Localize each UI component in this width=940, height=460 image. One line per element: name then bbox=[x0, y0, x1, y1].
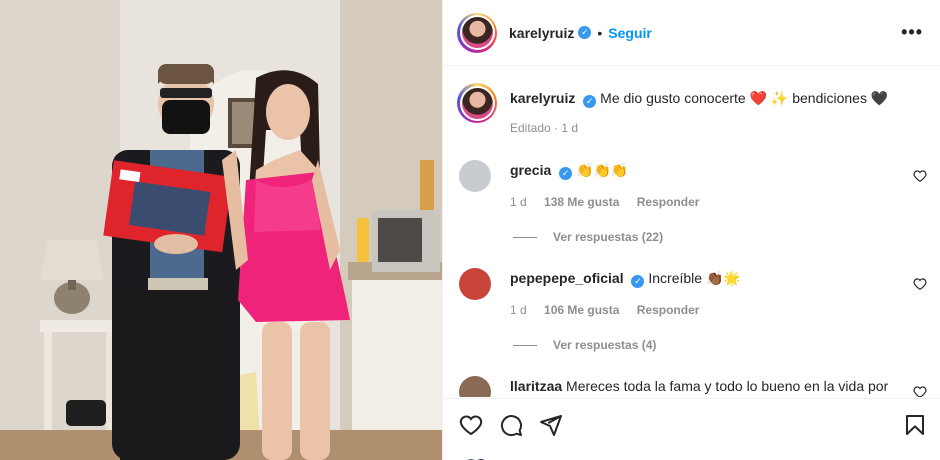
follow-button[interactable]: Seguir bbox=[608, 25, 652, 41]
comment-username[interactable]: grecia bbox=[510, 162, 551, 178]
comment-meta: 1 d 138 Me gusta Responder bbox=[510, 195, 713, 209]
comment-username[interactable]: pepepepe_oficial bbox=[510, 270, 624, 286]
verified-icon: ✓ bbox=[578, 26, 592, 39]
bookmark-icon[interactable] bbox=[903, 413, 927, 437]
post-header: karelyruiz ✓ • Seguir ••• bbox=[443, 0, 940, 66]
post-image[interactable] bbox=[0, 0, 442, 460]
caption-author-avatar[interactable] bbox=[457, 83, 497, 123]
view-replies-button[interactable]: Ver respuestas (4) bbox=[513, 338, 656, 352]
post-detail-panel: karelyruiz ✓ • Seguir ••• karelyruiz ✓ M… bbox=[442, 0, 940, 460]
commenter-avatar[interactable] bbox=[459, 160, 491, 192]
comment-likes[interactable]: 138 Me gusta bbox=[544, 195, 619, 209]
caption-body: Me dio gusto conocerte ❤️ ✨ bendiciones … bbox=[600, 90, 889, 106]
reply-button[interactable]: Responder bbox=[637, 303, 700, 317]
likes-summary-cutoff bbox=[457, 452, 927, 460]
comment-time: 1 d bbox=[510, 303, 527, 317]
heart-icon[interactable] bbox=[459, 413, 483, 437]
view-replies-button[interactable]: Ver respuestas (22) bbox=[513, 230, 663, 244]
post-action-bar bbox=[443, 398, 940, 450]
verified-icon: ✓ bbox=[559, 167, 573, 180]
comment-heart-icon[interactable] bbox=[913, 277, 927, 291]
author-username[interactable]: karelyruiz bbox=[509, 25, 574, 41]
comment-username[interactable]: llaritzaa bbox=[510, 378, 562, 394]
author-avatar[interactable] bbox=[457, 12, 497, 53]
comment-text: pepepepe_oficial ✓ Increíble 👏🏾🌟 bbox=[510, 269, 900, 288]
caption-row: karelyruiz ✓ Me dio gusto conocerte ❤️ ✨… bbox=[457, 67, 927, 147]
comment-body: 👏👏👏 bbox=[576, 162, 629, 178]
comment-likes[interactable]: 106 Me gusta bbox=[544, 303, 619, 317]
comment-item: grecia ✓ 👏👏👏 1 d 138 Me gusta Responder … bbox=[457, 155, 927, 255]
reply-button[interactable]: Responder bbox=[637, 195, 700, 209]
post-photo-illustration bbox=[0, 0, 442, 460]
view-replies-label: Ver respuestas (22) bbox=[553, 230, 664, 244]
comment-icon[interactable] bbox=[499, 413, 523, 437]
separator-dot: • bbox=[597, 24, 603, 41]
comment-item: pepepepe_oficial ✓ Increíble 👏🏾🌟 1 d 106… bbox=[457, 263, 927, 363]
caption-meta: Editado · 1 d bbox=[510, 121, 579, 135]
comment-meta: 1 d 106 Me gusta Responder bbox=[510, 303, 713, 317]
comment-time: 1 d bbox=[510, 195, 527, 209]
caption-username[interactable]: karelyruiz bbox=[510, 90, 575, 106]
comment-text: grecia ✓ 👏👏👏 bbox=[510, 161, 900, 180]
commenter-avatar[interactable] bbox=[459, 376, 491, 397]
comments-scroll-area[interactable]: karelyruiz ✓ Me dio gusto conocerte ❤️ ✨… bbox=[443, 67, 940, 397]
caption-text: karelyruiz ✓ Me dio gusto conocerte ❤️ ✨… bbox=[510, 89, 920, 108]
comment-body: Mereces toda la fama y todo lo bueno en … bbox=[566, 378, 889, 394]
view-replies-label: Ver respuestas (4) bbox=[553, 338, 657, 352]
comment-item: llaritzaa Mereces toda la fama y todo lo… bbox=[457, 371, 927, 397]
share-icon[interactable] bbox=[539, 413, 563, 437]
commenter-avatar[interactable] bbox=[459, 268, 491, 300]
verified-icon: ✓ bbox=[583, 95, 597, 108]
comment-heart-icon[interactable] bbox=[913, 169, 927, 183]
more-icon[interactable]: ••• bbox=[901, 22, 923, 43]
comment-text: llaritzaa Mereces toda la fama y todo lo… bbox=[510, 377, 900, 395]
verified-icon: ✓ bbox=[631, 275, 645, 288]
comment-heart-icon[interactable] bbox=[913, 385, 927, 397]
comment-body: Increíble 👏🏾🌟 bbox=[648, 270, 741, 286]
